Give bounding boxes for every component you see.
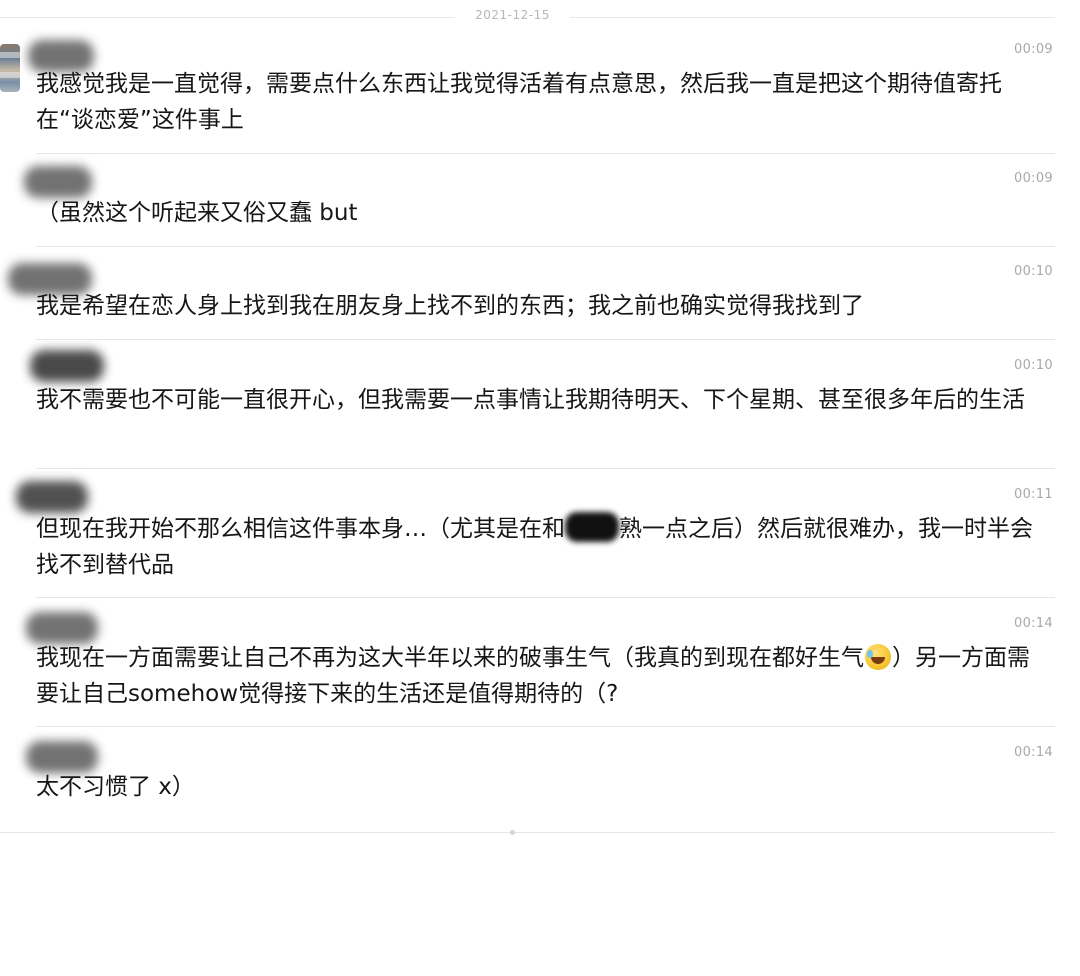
date-separator: 2021-12-15 xyxy=(0,0,1055,34)
message-timestamp: 00:10 xyxy=(1014,264,1053,279)
redacted-name xyxy=(565,512,619,542)
message-timestamp: 00:09 xyxy=(1014,42,1053,57)
message-timestamp: 00:11 xyxy=(1014,487,1053,502)
chat-message[interactable]: 00:09 （虽然这个听起来又俗又蠢 but xyxy=(0,154,1055,247)
message-text: 但现在我开始不那么相信这件事本身…（尤其是在和 熟一点之后）然后就很难办，我一时半… xyxy=(36,511,1048,583)
message-timestamp: 00:10 xyxy=(1014,358,1053,373)
date-label: 2021-12-15 xyxy=(475,8,550,22)
chat-end-dot xyxy=(510,830,515,835)
date-separator-line-left xyxy=(0,17,455,18)
chat-message[interactable]: 00:10 我是希望在恋人身上找到我在朋友身上找不到的东西；我之前也确实觉得我找… xyxy=(0,247,1055,340)
message-text: 我感觉我是一直觉得，需要点什么东西让我觉得活着有点意思，然后我一直是把这个期待值… xyxy=(36,71,1002,133)
message-timestamp: 00:09 xyxy=(1014,171,1053,186)
message-timestamp: 00:14 xyxy=(1014,745,1053,760)
chat-message[interactable]: 00:11 但现在我开始不那么相信这件事本身…（尤其是在和 熟一点之后）然后就很难… xyxy=(0,469,1055,598)
message-text: 我不需要也不可能一直很开心，但我需要一点事情让我期待明天、下个星期、甚至很多年后… xyxy=(36,387,1025,413)
date-separator-line-right xyxy=(570,17,1055,18)
sender-name-redacted xyxy=(16,481,88,513)
chat-message[interactable]: 00:10 我不需要也不可能一直很开心，但我需要一点事情让我期待明天、下个星期、… xyxy=(0,340,1055,469)
message-timestamp: 00:14 xyxy=(1014,616,1053,631)
message-text-part: 但现在我开始不那么相信这件事本身…（尤其是在和 xyxy=(36,516,565,542)
chat-message[interactable]: 00:14 太不习惯了 x） xyxy=(0,727,1055,832)
message-text: 我现在一方面需要让自己不再为这大半年以来的破事生气（我真的到现在都好生气 ）另一方… xyxy=(36,640,1048,712)
sender-name-redacted xyxy=(24,166,92,198)
message-text: 太不习惯了 x） xyxy=(36,774,195,800)
message-text: 我是希望在恋人身上找到我在朋友身上找不到的东西；我之前也确实觉得我找到了 xyxy=(36,293,864,319)
chat-message[interactable]: 00:09 我感觉我是一直觉得，需要点什么东西让我觉得活着有点意思，然后我一直是… xyxy=(0,34,1055,154)
chat-message[interactable]: 00:14 我现在一方面需要让自己不再为这大半年以来的破事生气（我真的到现在都好… xyxy=(0,598,1055,727)
sender-name-redacted xyxy=(30,350,104,382)
rolling-laugh-emoji-icon xyxy=(865,644,891,670)
message-text: （虽然这个听起来又俗又蠢 but xyxy=(36,200,358,226)
message-text-part: 我现在一方面需要让自己不再为这大半年以来的破事生气（我真的到现在都好生气 xyxy=(36,645,864,671)
chat-history-page: 2021-12-15 00:09 我感觉我是一直觉得，需要点什么东西让我觉得活着… xyxy=(0,0,1080,976)
chat-end-divider xyxy=(0,832,1055,833)
